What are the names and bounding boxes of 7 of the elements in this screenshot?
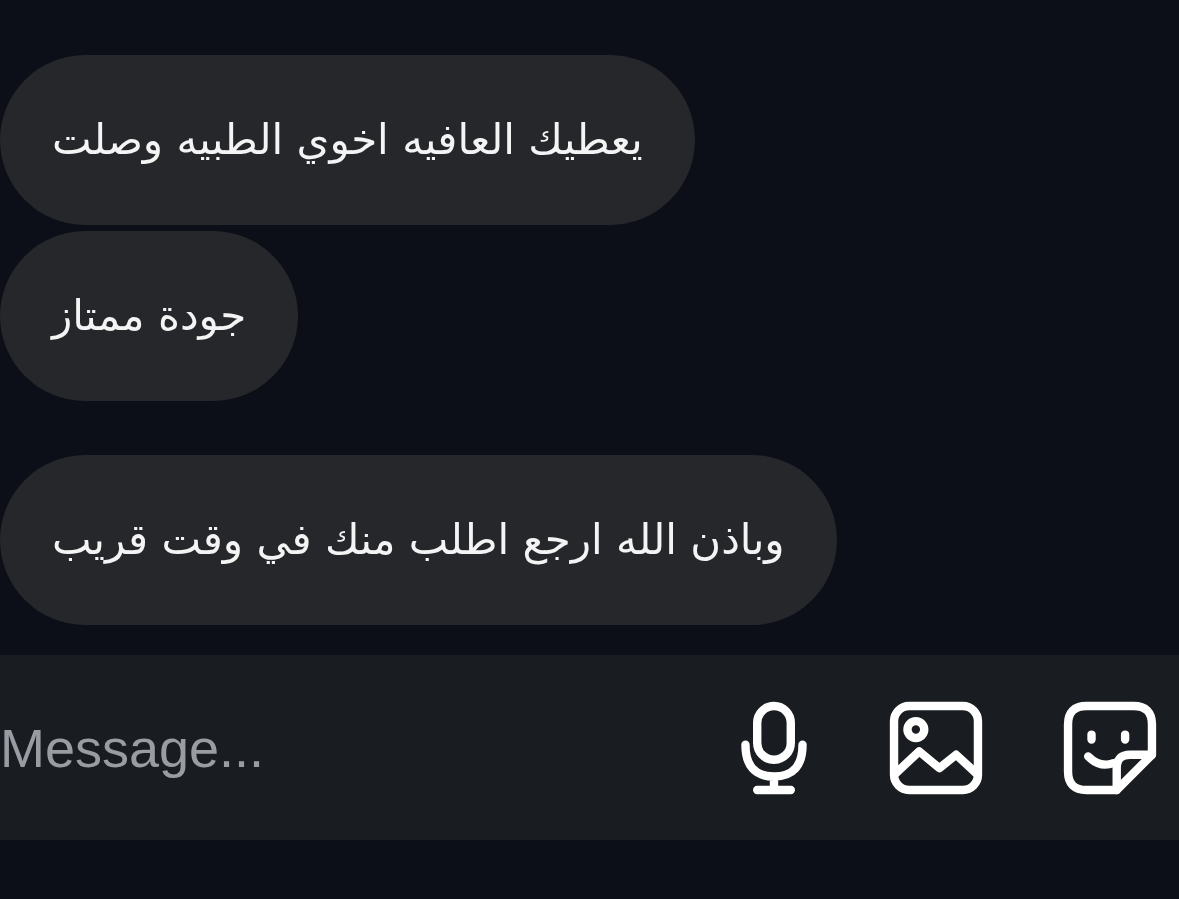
message-bubble: يعطيك العافيه اخوي الطبيه وصلت xyxy=(0,55,695,225)
image-icon[interactable] xyxy=(889,700,983,795)
microphone-icon[interactable] xyxy=(739,700,809,795)
message-bubble: جودة ممتاز xyxy=(0,231,299,401)
sticker-icon[interactable] xyxy=(1063,700,1157,795)
message-field[interactable]: Message... xyxy=(0,716,739,779)
message-bubble: وباذن الله ارجع اطلب منك في وقت قريب xyxy=(0,455,837,625)
